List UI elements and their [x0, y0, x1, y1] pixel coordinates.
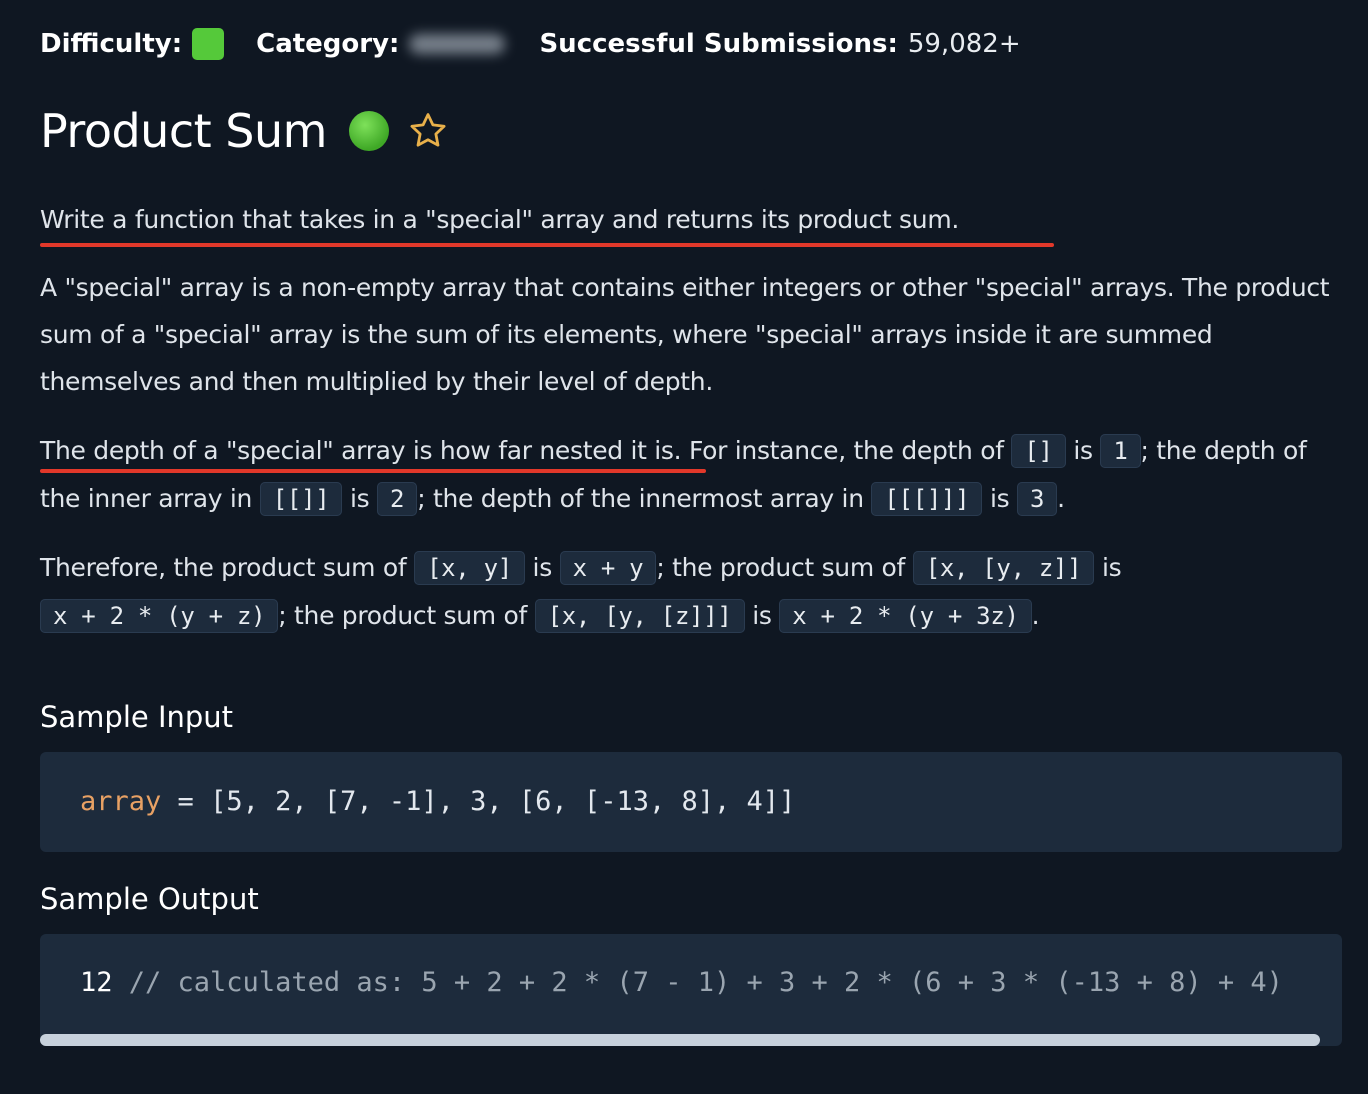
submissions-count: 59,082+ — [907, 29, 1021, 59]
difficulty-label: Difficulty: — [40, 29, 183, 59]
sample-output-code: 12 // calculated as: 5 + 2 + 2 * (7 - 1)… — [40, 934, 1342, 1046]
inline-code: [] — [1011, 434, 1066, 468]
depth-text: . — [1057, 484, 1065, 513]
inline-code: x + y — [559, 551, 657, 585]
inline-code: 3 — [1016, 482, 1058, 516]
inline-code: [x, y] — [414, 551, 525, 585]
intro-paragraph: Write a function that takes in a "specia… — [40, 205, 960, 234]
product-text: is — [524, 553, 560, 582]
depth-text: is — [342, 484, 378, 513]
code-value: [5, 2, [7, -1], 3, [6, [-13, 8], 4]] — [210, 786, 796, 817]
inline-code: 1 — [1100, 434, 1141, 468]
problem-title-row: Product Sum — [40, 104, 449, 158]
inline-code: [[]] — [259, 482, 343, 516]
inline-code: [x, [y, [z]]] — [534, 599, 745, 633]
product-text: is — [1094, 553, 1122, 582]
product-text: . — [1031, 601, 1040, 630]
submissions-label: Successful Submissions: — [539, 29, 898, 59]
inline-code: 2 — [377, 482, 418, 516]
definition-paragraph: A "special" array is a non-empty array t… — [40, 273, 1330, 396]
horizontal-scrollbar[interactable] — [40, 1034, 1320, 1046]
output-comment: // calculated as: 5 + 2 + 2 * (7 - 1) + … — [112, 967, 1283, 998]
sample-output-heading: Sample Output — [40, 882, 259, 916]
difficulty-indicator — [192, 28, 225, 60]
product-text: is — [744, 601, 780, 630]
code-variable: array — [80, 786, 162, 817]
inline-code: [x, [y, z]] — [912, 551, 1095, 585]
product-text: ; the product sum of — [278, 601, 535, 630]
inline-code: x + 2 * (y + z) — [40, 599, 279, 633]
sample-input-code: array = [5, 2, [7, -1], 3, [6, [-13, 8],… — [40, 752, 1342, 852]
completed-status-icon — [348, 111, 389, 151]
product-text: Therefore, the product sum of — [40, 553, 414, 582]
depth-text: The depth of a "special" array is how fa… — [40, 436, 1012, 465]
page-title: Product Sum — [40, 104, 327, 158]
star-icon[interactable] — [407, 110, 449, 152]
product-text: ; the product sum of — [656, 553, 913, 582]
depth-paragraph: The depth of a "special" array is how fa… — [40, 427, 1340, 523]
depth-text: is — [982, 484, 1017, 513]
depth-text: ; the depth of the innermost array in — [417, 484, 872, 513]
depth-text: is — [1065, 436, 1101, 465]
inline-code: [[[]]] — [871, 482, 983, 516]
output-result: 12 — [80, 967, 113, 998]
category-label: Category: — [256, 29, 400, 59]
inline-code: x + 2 * (y + 3z) — [779, 599, 1032, 633]
highlight-underline — [40, 243, 1054, 247]
problem-page: Difficulty: Category: Successful Submiss… — [0, 0, 1368, 1094]
code-operator: = — [161, 786, 211, 817]
sample-input-heading: Sample Input — [40, 700, 234, 734]
problem-meta-bar: Difficulty: Category: Successful Submiss… — [40, 24, 1021, 64]
category-value-blurred — [409, 34, 506, 54]
highlight-underline — [40, 469, 706, 473]
product-sum-paragraph: Therefore, the product sum of [x, y] is … — [40, 544, 1340, 640]
